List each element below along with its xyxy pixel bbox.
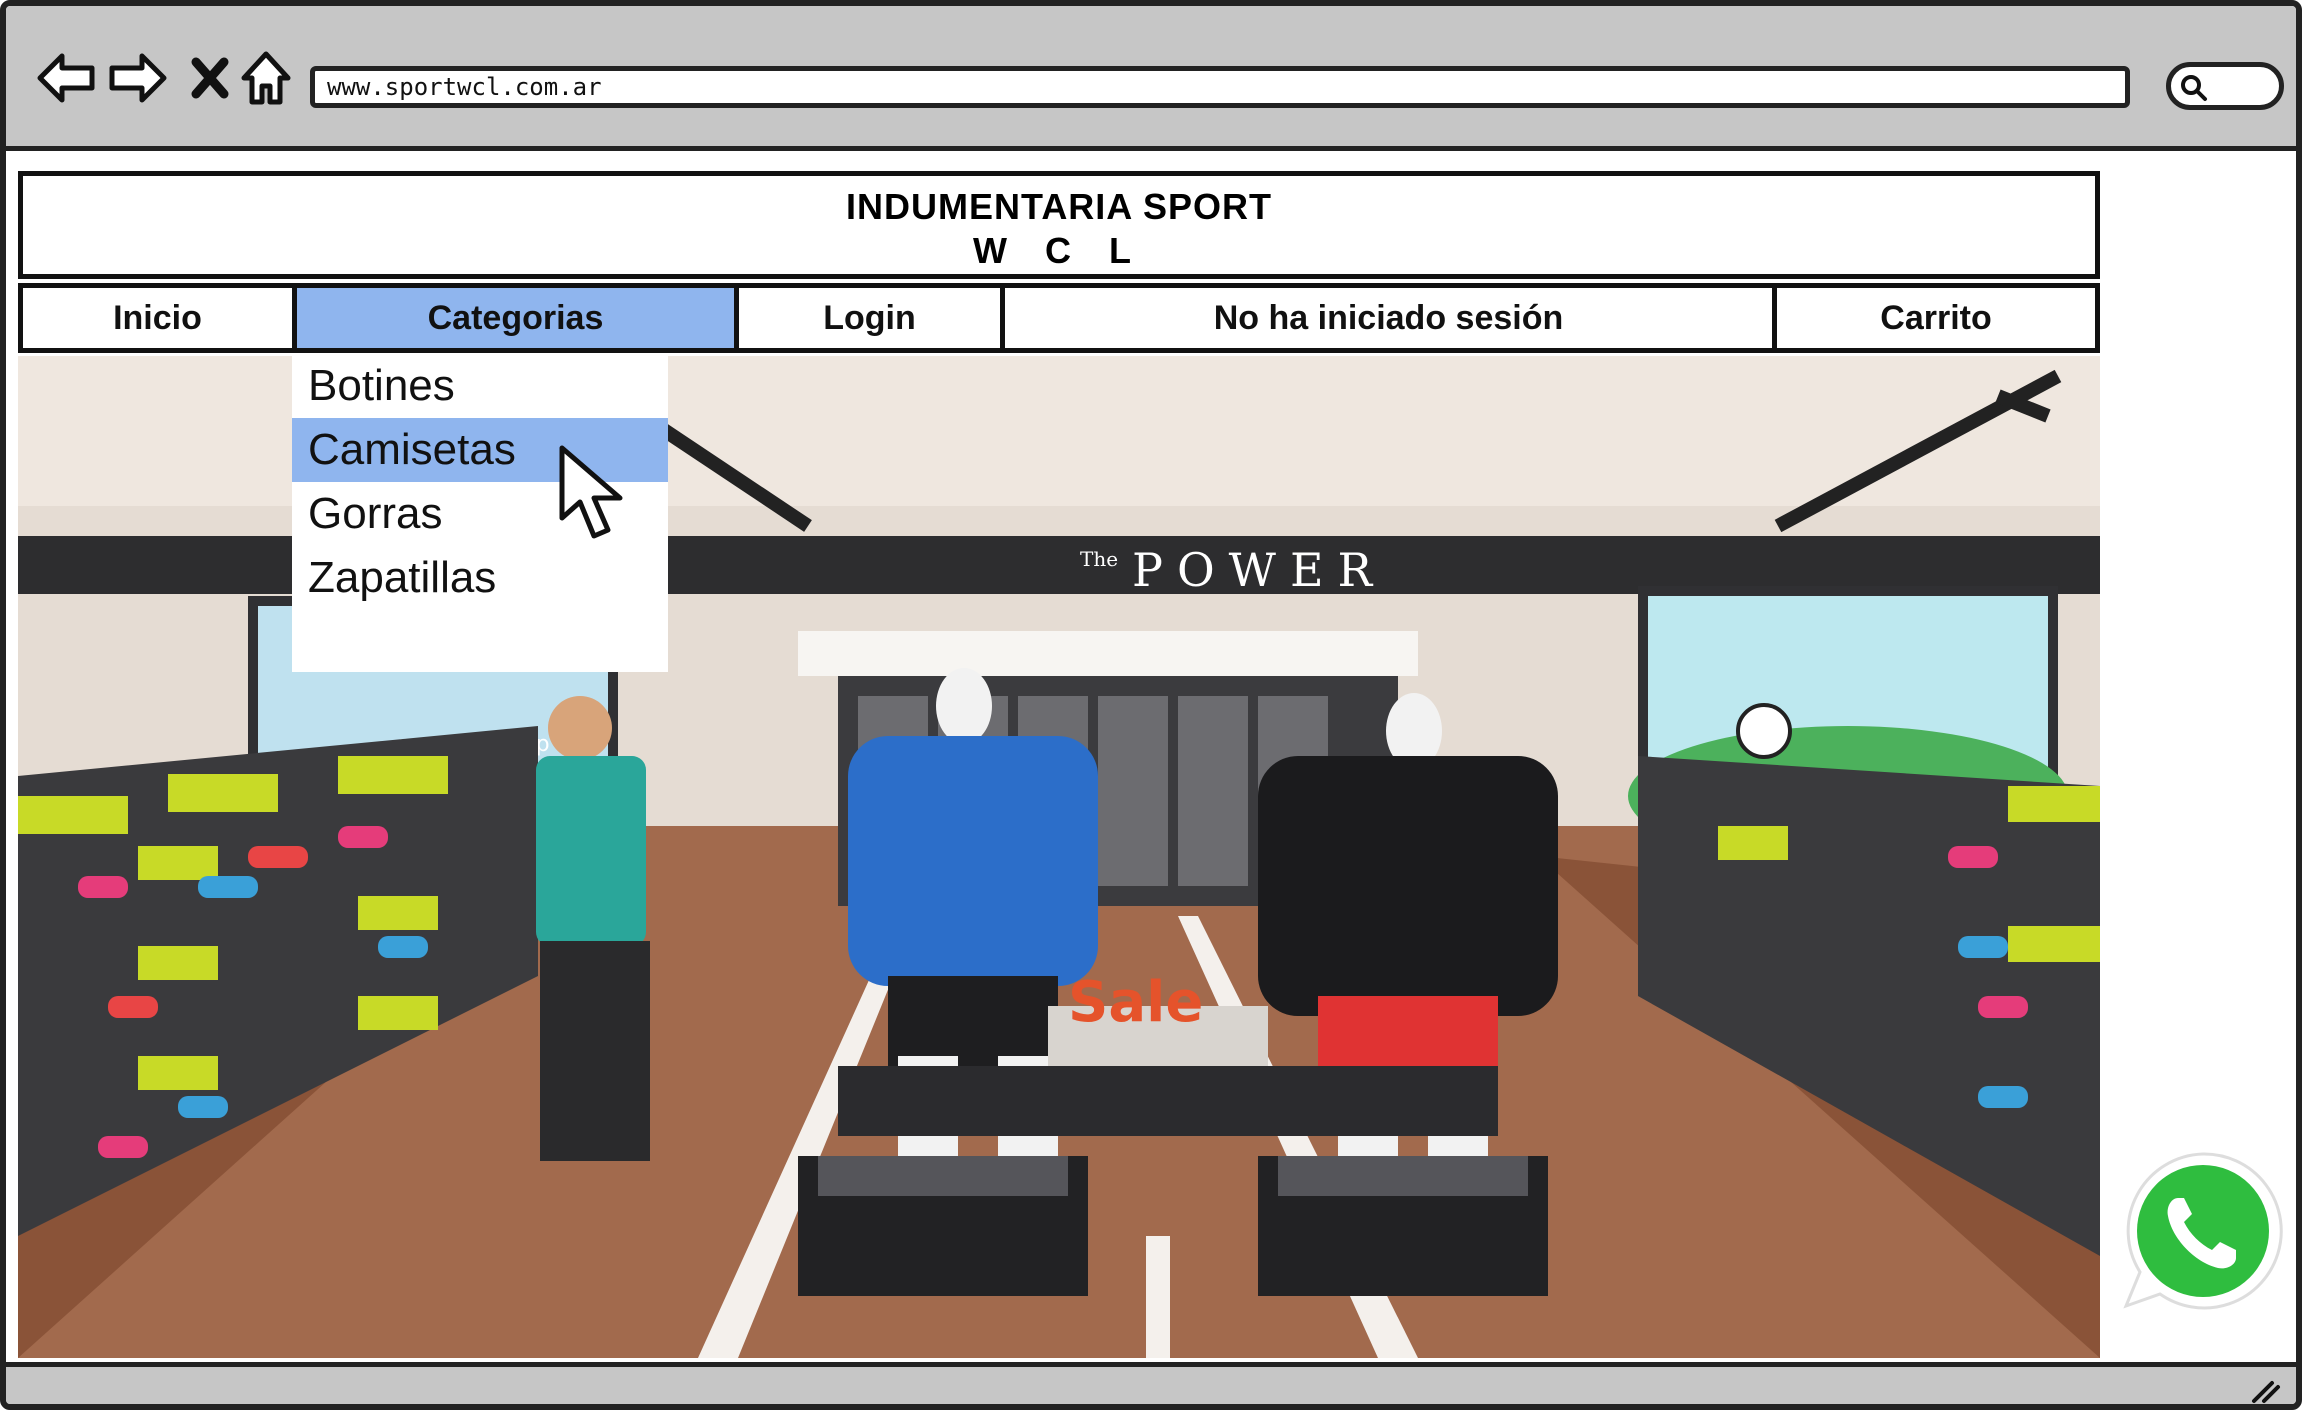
home-icon[interactable] [234,46,298,110]
forward-arrow-icon[interactable] [106,46,170,110]
close-x-icon[interactable] [178,46,242,110]
mouse-cursor-icon [558,444,642,552]
nav-carrito[interactable]: Carrito [1777,288,2095,348]
site-header: INDUMENTARIA SPORT W C L [18,171,2100,279]
back-arrow-icon[interactable] [34,46,98,110]
browser-search-box[interactable] [2166,62,2284,110]
browser-window: www.sportwcl.com.ar INDUMENTARIA SPORT W… [0,0,2302,1410]
nav-session-status: No ha iniciado sesión [1005,288,1777,348]
whatsapp-icon[interactable] [2118,1146,2288,1326]
nav-categorias[interactable]: Categorias [297,288,739,348]
sale-text: Sale [1068,970,1203,1035]
site-title: INDUMENTARIA SPORT [846,186,1272,227]
store-sign-prefix: The [1080,547,1118,571]
store-sign: POWER [1132,543,1386,597]
nav-login[interactable]: Login [739,288,1005,348]
site-subtitle: W C L [973,230,1145,271]
url-bar[interactable]: www.sportwcl.com.ar [310,66,2130,108]
browser-status-bar [6,1362,2296,1405]
search-icon [2181,75,2207,101]
dropdown-item-zapatillas[interactable]: Zapatillas [292,546,668,610]
browser-toolbar: www.sportwcl.com.ar [6,6,2296,151]
resize-grip-icon[interactable] [2248,1377,2282,1405]
main-nav: Inicio Categorias Login No ha iniciado s… [18,283,2100,353]
nav-inicio[interactable]: Inicio [23,288,297,348]
dropdown-item-botines[interactable]: Botines [292,354,668,418]
